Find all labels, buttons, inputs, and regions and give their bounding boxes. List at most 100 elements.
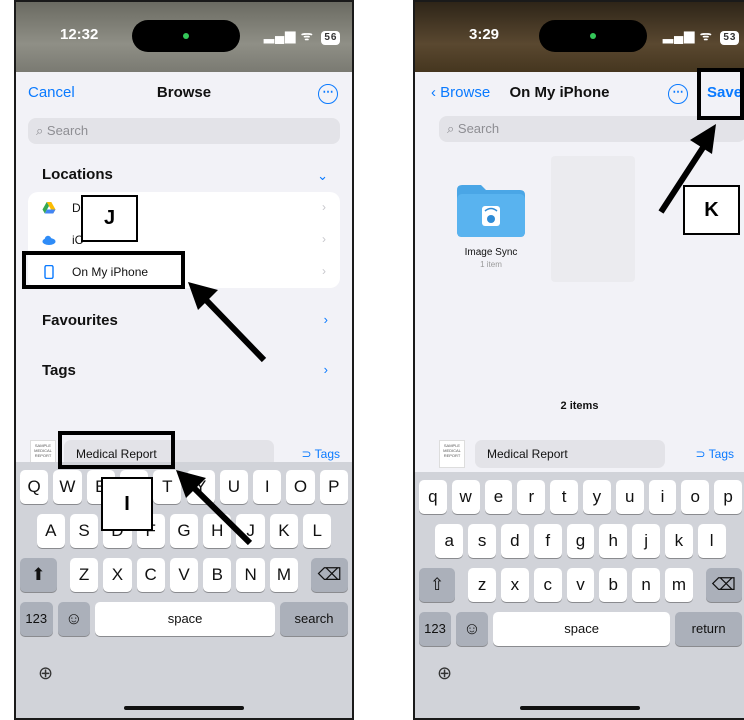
key-c[interactable]: c	[533, 568, 562, 602]
key-x[interactable]: x	[501, 568, 529, 602]
key-j[interactable]: J	[236, 514, 265, 548]
key-h[interactable]: h	[599, 524, 628, 558]
space-key[interactable]: space	[95, 602, 276, 636]
key-u[interactable]: U	[219, 470, 249, 504]
filename-bar: SAMPLE MEDICAL REPORT Medical Report ⊃ T…	[415, 436, 744, 472]
numbers-key[interactable]: 123	[419, 612, 451, 646]
key-s[interactable]: s	[468, 524, 496, 558]
key-h[interactable]: H	[203, 514, 232, 548]
tag-icon: ⊃	[695, 447, 709, 461]
file-placeholder	[551, 156, 635, 282]
key-c[interactable]: C	[136, 558, 165, 592]
key-w[interactable]: W	[53, 470, 82, 504]
key-a[interactable]: A	[36, 514, 65, 548]
dynamic-island	[132, 20, 240, 52]
key-x[interactable]: X	[103, 558, 132, 592]
key-n[interactable]: N	[236, 558, 265, 592]
backspace-key-icon[interactable]: ⌫	[311, 558, 348, 592]
shift-key-icon[interactable]: ⬆	[20, 558, 57, 592]
backspace-key-icon[interactable]: ⌫	[705, 568, 742, 602]
key-g[interactable]: g	[566, 524, 595, 558]
callout-box-save	[697, 68, 744, 120]
more-options-icon[interactable]: ⋯	[668, 84, 688, 104]
signal-icon: ▂▄▆	[663, 28, 696, 43]
folder-image-sync[interactable]: Image Sync 1 item	[451, 182, 531, 269]
key-g[interactable]: G	[169, 514, 199, 548]
tags-button[interactable]: ⊃ Tags	[695, 447, 734, 461]
more-options-icon[interactable]: ⋯	[318, 84, 338, 104]
battery-icon: 56	[321, 31, 341, 45]
action-key[interactable]: return	[675, 612, 742, 646]
key-j[interactable]: j	[632, 524, 660, 558]
favourites-header[interactable]: Favourites	[42, 312, 118, 329]
status-bar: 3:29 ▂▄▆ ᯤ 53	[415, 2, 744, 62]
key-o[interactable]: o	[681, 480, 710, 514]
key-w[interactable]: w	[451, 480, 480, 514]
signal-icon: ▂▄▆	[264, 28, 297, 43]
key-t[interactable]: T	[153, 470, 182, 504]
key-p[interactable]: p	[714, 480, 742, 514]
search-icon: ⌕	[36, 123, 47, 138]
key-q[interactable]: Q	[20, 470, 49, 504]
key-m[interactable]: m	[665, 568, 693, 602]
key-l[interactable]: L	[303, 514, 332, 548]
key-u[interactable]: u	[615, 480, 644, 514]
key-m[interactable]: M	[269, 558, 299, 592]
emoji-key-icon[interactable]: ☺	[455, 612, 488, 646]
location-label: D	[72, 201, 81, 215]
key-z[interactable]: Z	[69, 558, 99, 592]
key-e[interactable]: e	[484, 480, 513, 514]
key-q[interactable]: q	[419, 480, 447, 514]
key-p[interactable]: P	[319, 470, 348, 504]
key-l[interactable]: l	[697, 524, 726, 558]
space-key[interactable]: space	[492, 612, 671, 646]
key-i[interactable]: I	[253, 470, 282, 504]
tags-button[interactable]: ⊃ Tags	[301, 447, 340, 461]
status-icons: ▂▄▆ ᯤ 53	[663, 26, 740, 45]
key-d[interactable]: d	[501, 524, 529, 558]
document-thumbnail: SAMPLE MEDICAL REPORT	[439, 440, 465, 468]
filename-input[interactable]: Medical Report	[475, 440, 665, 468]
key-i[interactable]: i	[648, 480, 677, 514]
shift-key-icon[interactable]: ⇧	[419, 568, 456, 602]
key-z[interactable]: z	[468, 568, 496, 602]
tags-header[interactable]: Tags	[42, 362, 76, 379]
dynamic-island	[539, 20, 647, 52]
key-r[interactable]: r	[517, 480, 546, 514]
wifi-icon: ᯤ	[699, 28, 713, 43]
page-title: Browse	[156, 84, 212, 101]
locations-header[interactable]: Locations	[42, 166, 113, 183]
key-a[interactable]: a	[435, 524, 464, 558]
key-v[interactable]: V	[169, 558, 199, 592]
key-s[interactable]: S	[69, 514, 99, 548]
action-key[interactable]: search	[280, 602, 348, 636]
key-k[interactable]: K	[269, 514, 299, 548]
key-n[interactable]: n	[632, 568, 660, 602]
key-b[interactable]: B	[203, 558, 232, 592]
numbers-key[interactable]: 123	[20, 602, 53, 636]
key-t[interactable]: t	[550, 480, 578, 514]
home-indicator	[124, 706, 244, 710]
emoji-key-icon[interactable]: ☺	[57, 602, 91, 636]
chevron-right-icon[interactable]: ›	[324, 362, 328, 377]
key-o[interactable]: O	[286, 470, 315, 504]
key-b[interactable]: b	[599, 568, 628, 602]
key-y[interactable]: Y	[186, 470, 215, 504]
globe-icon[interactable]: ⊕	[437, 663, 452, 684]
key-k[interactable]: k	[665, 524, 693, 558]
key-v[interactable]: v	[566, 568, 595, 602]
annotation-label-i: I	[101, 477, 153, 531]
location-google-drive[interactable]: D ›	[28, 192, 340, 224]
status-time: 12:32	[60, 26, 99, 43]
tag-icon: ⊃	[301, 447, 315, 461]
callout-box-filename	[58, 431, 175, 469]
search-input[interactable]: ⌕ Search	[28, 118, 340, 144]
items-count: 2 items	[560, 400, 599, 412]
key-y[interactable]: y	[583, 480, 611, 514]
chevron-down-icon[interactable]: ⌄	[317, 168, 328, 184]
globe-icon[interactable]: ⊕	[38, 663, 53, 684]
search-placeholder: Search	[457, 121, 500, 136]
chevron-right-icon[interactable]: ›	[324, 312, 328, 327]
nav-bar: ‹ Browse On My iPhone ⋯ Save	[415, 72, 744, 114]
key-f[interactable]: f	[533, 524, 562, 558]
